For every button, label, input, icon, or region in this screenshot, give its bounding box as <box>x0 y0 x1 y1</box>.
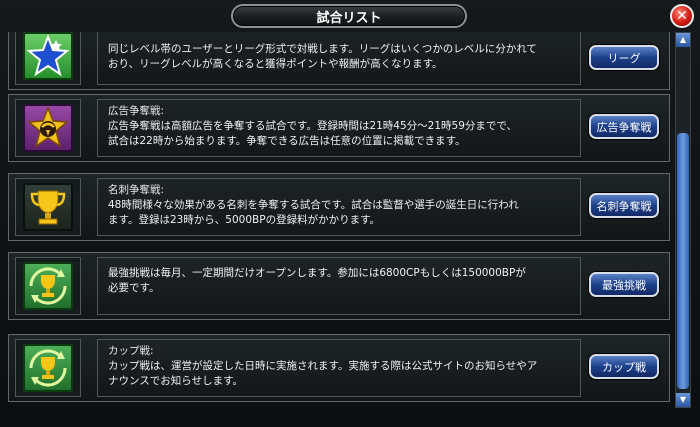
list-item-ad-contest: 広告争奪戦: 広告争奪戦は高額広告を争奪する試合です。登録時間は21時45分～2… <box>8 94 670 162</box>
list-item-card-contest: 名刺争奪戦: 48時間様々な効果がある名刺を争奪する試合です。試合は監督や選手の… <box>8 173 670 241</box>
cup-button[interactable]: カップ戦 <box>589 354 659 379</box>
trophy-cycle-icon <box>23 344 73 392</box>
description-line: ナウンスでお知らせします。 <box>108 375 244 387</box>
icon-cell <box>15 339 81 397</box>
vertical-scrollbar[interactable]: ▲ ▼ <box>675 32 691 408</box>
list-item-league: 同じレベル帯のユーザーとリーグ形式で対戦します。リーグはいくつかのレベルに分かれ… <box>8 32 670 90</box>
icon-cell <box>15 178 81 236</box>
description-line: 同じレベル帯のユーザーとリーグ形式で対戦します。リーグはいくつかのレベルに分かれ… <box>108 43 537 55</box>
close-button[interactable]: ✕ <box>670 4 694 28</box>
window-title: 試合リスト <box>231 4 467 28</box>
description-line: おり、リーグレベルが高くなると獲得ポイントや報酬が高くなります。 <box>108 58 443 70</box>
match-list: 同じレベル帯のユーザーとリーグ形式で対戦します。リーグはいくつかのレベルに分かれ… <box>6 32 670 424</box>
league-button[interactable]: リーグ <box>589 45 659 70</box>
item-title: 名刺争奪戦: <box>108 184 165 196</box>
description-cell: 広告争奪戦: 広告争奪戦は高額広告を争奪する試合です。登録時間は21時45分～2… <box>97 99 581 157</box>
list-item-strongest-challenge: 最強挑戦は毎月、一定期間だけオープンします。参加には6800CPもしくは1500… <box>8 252 670 320</box>
card-contest-button[interactable]: 名刺争奪戦 <box>589 193 659 218</box>
icon-cell <box>15 32 81 85</box>
blue-star-icon <box>23 32 73 80</box>
description-line: 最強挑戦は毎月、一定期間だけオープンします。参加には6800CPもしくは1500… <box>108 267 526 279</box>
list-item-cup: カップ戦: カップ戦は、運営が設定した日時に実施されます。実施する際は公式サイト… <box>8 334 670 402</box>
description-cell: カップ戦: カップ戦は、運営が設定した日時に実施されます。実施する際は公式サイト… <box>97 339 581 397</box>
description-cell: 名刺争奪戦: 48時間様々な効果がある名刺を争奪する試合です。試合は監督や選手の… <box>97 178 581 236</box>
star-emblem-icon <box>23 104 73 152</box>
description-cell: 最強挑戦は毎月、一定期間だけオープンします。参加には6800CPもしくは1500… <box>97 257 581 315</box>
trophy-icon <box>23 183 73 231</box>
icon-cell <box>15 99 81 157</box>
match-list-window: 試合リスト ✕ 同じレベル帯のユーザーとリーグ形式で対戦します。リーグはいくつか… <box>0 0 700 427</box>
description-line: 48時間様々な効果がある名刺を争奪する試合です。試合は監督や選手の誕生日に行われ <box>108 199 519 211</box>
description-line: 必要です。 <box>108 282 160 294</box>
icon-cell <box>15 257 81 315</box>
description-line: ます。登録は23時から、5000BPの登録料がかかります。 <box>108 214 381 226</box>
description-cell: 同じレベル帯のユーザーとリーグ形式で対戦します。リーグはいくつかのレベルに分かれ… <box>97 32 581 85</box>
scroll-up-button[interactable]: ▲ <box>676 33 690 47</box>
arrow-down-icon: ▼ <box>679 395 687 404</box>
description-line: 試合は22時から始まります。争奪できる広告は任意の位置に掲載できます。 <box>108 135 466 147</box>
description-line: 広告争奪戦は高額広告を争奪する試合です。登録時間は21時45分～21時59分まで… <box>108 120 517 132</box>
strongest-challenge-button[interactable]: 最強挑戦 <box>589 272 659 297</box>
item-title: カップ戦: <box>108 345 154 357</box>
item-title: 広告争奪戦: <box>108 105 165 117</box>
arrow-up-icon: ▲ <box>679 35 687 44</box>
trophy-cycle-icon <box>23 262 73 310</box>
ad-contest-button[interactable]: 広告争奪戦 <box>589 114 659 139</box>
scroll-thumb[interactable] <box>677 133 689 389</box>
scroll-down-button[interactable]: ▼ <box>676 393 690 407</box>
description-line: カップ戦は、運営が設定した日時に実施されます。実施する際は公式サイトのお知らせや… <box>108 360 538 372</box>
close-icon: ✕ <box>676 8 688 24</box>
